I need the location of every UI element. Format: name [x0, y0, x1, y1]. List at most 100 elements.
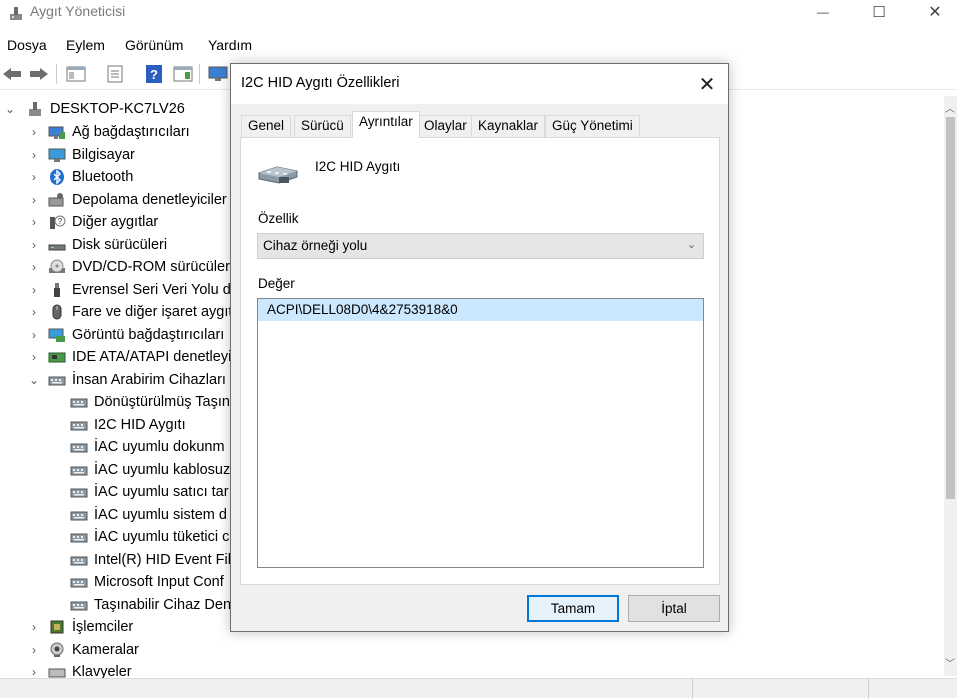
show-hide-tree-icon[interactable] — [64, 63, 88, 85]
display-adapter-icon — [48, 327, 66, 343]
tab-driver[interactable]: Sürücü — [294, 115, 351, 137]
tree-item[interactable]: ⌄ İnsan Arabirim Cihazları — [28, 369, 226, 391]
window-title: Aygıt Yöneticisi — [30, 3, 126, 19]
close-icon: ✕ — [928, 4, 942, 21]
tree-item[interactable]: › IDE ATA/ATAPI denetleyic — [28, 346, 239, 368]
property-label: Özellik — [258, 211, 299, 226]
tree-item[interactable]: › DVD/CD-ROM sürücüler — [28, 256, 230, 278]
close-button[interactable]: ✕ — [912, 0, 957, 24]
tree-child-item[interactable]: Taşınabilir Cihaz Den — [62, 594, 231, 616]
collapsed-chevron-icon[interactable]: › — [28, 620, 40, 634]
menu-view[interactable]: Görünüm — [125, 36, 183, 54]
computer-icon — [26, 101, 44, 117]
tree-item-label: İAC uyumlu sistem d — [94, 506, 227, 523]
tree-item[interactable]: › İşlemciler — [28, 616, 133, 638]
tree-item-label: İAC uyumlu dokunm — [94, 439, 225, 455]
tree-child-item[interactable]: İAC uyumlu satıcı tar — [62, 481, 229, 503]
collapsed-chevron-icon[interactable]: › — [28, 125, 40, 139]
collapsed-chevron-icon[interactable]: › — [28, 170, 40, 184]
network-adapter-icon — [48, 124, 66, 140]
tree-child-item[interactable]: İAC uyumlu kablosuz — [62, 459, 230, 481]
hid-icon — [48, 372, 66, 388]
monitor-icon[interactable] — [206, 63, 230, 85]
tree-child-item[interactable]: Microsoft Input Conf — [62, 571, 224, 593]
collapsed-chevron-icon[interactable]: › — [28, 350, 40, 364]
tab-events[interactable]: Olaylar — [417, 115, 474, 137]
minimize-icon: — — [817, 5, 829, 19]
tab-general[interactable]: Genel — [241, 115, 292, 137]
collapsed-chevron-icon[interactable]: › — [28, 215, 40, 229]
scroll-up-icon[interactable]: ︿ — [945, 100, 955, 115]
tree-item-label: Görüntü bağdaştırıcıları — [72, 326, 225, 343]
tree-item[interactable]: › Bluetooth — [28, 166, 133, 188]
tab-resources[interactable]: Kaynaklar — [471, 115, 546, 137]
tree-item-label: Ağ bağdaştırıcıları — [72, 124, 190, 140]
expanded-chevron-icon[interactable]: ⌄ — [28, 373, 40, 387]
tree-item[interactable]: › Görüntü bağdaştırıcıları — [28, 324, 224, 346]
usb-icon — [48, 282, 66, 298]
menu-file[interactable]: Dosya — [7, 36, 47, 54]
value-list-item-text: ACPI\DELL08D0\4&2753918&0 — [267, 302, 458, 317]
cancel-button[interactable]: İptal — [628, 595, 720, 622]
back-arrow-icon[interactable] — [0, 63, 24, 85]
collapsed-chevron-icon[interactable]: › — [28, 328, 40, 342]
hid-icon — [70, 439, 88, 455]
dvd-drive-icon — [48, 259, 66, 275]
tree-item-label: Bluetooth — [72, 169, 134, 185]
tree-item[interactable]: › Kameralar — [28, 639, 139, 661]
tree-item[interactable]: › Ağ bağdaştırıcıları — [28, 121, 190, 143]
collapsed-chevron-icon[interactable]: › — [28, 238, 40, 252]
menu-action[interactable]: Eylem — [66, 36, 105, 54]
collapsed-chevron-icon[interactable]: › — [28, 665, 40, 679]
tree-item-label: DVD/CD-ROM sürücüler — [72, 259, 230, 275]
svg-text:?: ? — [150, 67, 158, 82]
tab-power-management[interactable]: Güç Yönetimi — [545, 115, 640, 137]
value-list[interactable] — [257, 298, 704, 568]
help-icon[interactable]: ? — [142, 63, 166, 85]
forward-arrow-icon[interactable] — [27, 63, 51, 85]
tree-child-item[interactable]: İAC uyumlu dokunm — [62, 436, 225, 458]
tree-item-label: İAC uyumlu satıcı tar — [94, 484, 229, 500]
device-name: I2C HID Aygıtı — [315, 159, 401, 174]
tree-item-label: Intel(R) HID Event Fil — [94, 551, 231, 568]
tree-item[interactable]: › Disk sürücüleri — [28, 234, 167, 256]
close-icon: ✕ — [698, 73, 716, 96]
tree-item[interactable]: › Bilgisayar — [28, 144, 135, 166]
properties-icon[interactable] — [103, 63, 127, 85]
hid-icon — [70, 484, 88, 500]
device-manager-app-icon — [8, 5, 24, 21]
tree-child-item[interactable]: İAC uyumlu tüketici c — [62, 526, 229, 548]
tree-item[interactable]: › Evrensel Seri Veri Yolu de — [28, 279, 239, 301]
dialog-close-button[interactable]: ✕ — [695, 72, 719, 96]
tree-item-label: Disk sürücüleri — [72, 236, 168, 253]
property-dropdown-value: Cihaz örneği yolu — [263, 238, 368, 253]
collapsed-chevron-icon[interactable]: › — [28, 193, 40, 207]
expanded-chevron-icon[interactable]: ⌄ — [4, 102, 16, 116]
menu-help[interactable]: Yardım — [208, 36, 252, 54]
tree-child-item[interactable]: Dönüştürülmüş Taşın — [62, 391, 230, 413]
tree-root[interactable]: ⌄ DESKTOP-KC7LV26 — [4, 98, 185, 120]
collapsed-chevron-icon[interactable]: › — [28, 283, 40, 297]
bluetooth-icon — [48, 169, 66, 185]
hid-icon — [70, 552, 88, 568]
tree-item[interactable]: › Fare ve diğer işaret aygıt — [28, 301, 232, 323]
minimize-button[interactable]: — — [800, 0, 846, 24]
tree-item-label: Depolama denetleyiciler — [72, 191, 227, 208]
tree-item-label: Kameralar — [72, 641, 139, 658]
tree-item[interactable]: › Depolama denetleyiciler — [28, 189, 227, 211]
action-pane-icon[interactable] — [171, 63, 195, 85]
maximize-button[interactable]: ☐ — [856, 0, 902, 24]
tab-details[interactable]: Ayrıntılar — [352, 111, 420, 138]
ok-button[interactable]: Tamam — [527, 595, 619, 622]
hid-icon — [70, 574, 88, 590]
collapsed-chevron-icon[interactable]: › — [28, 148, 40, 162]
collapsed-chevron-icon[interactable]: › — [28, 305, 40, 319]
scrollbar-thumb[interactable] — [946, 117, 955, 499]
tree-child-item[interactable]: İAC uyumlu sistem d — [62, 504, 227, 526]
tree-item[interactable]: ›? Diğer aygıtlar — [28, 211, 158, 233]
tree-child-item[interactable]: I2C HID Aygıtı — [62, 414, 186, 436]
tree-child-item[interactable]: Intel(R) HID Event Fil — [62, 549, 231, 571]
collapsed-chevron-icon[interactable]: › — [28, 643, 40, 657]
scroll-down-icon[interactable]: ﹀ — [945, 655, 955, 670]
collapsed-chevron-icon[interactable]: › — [28, 260, 40, 274]
